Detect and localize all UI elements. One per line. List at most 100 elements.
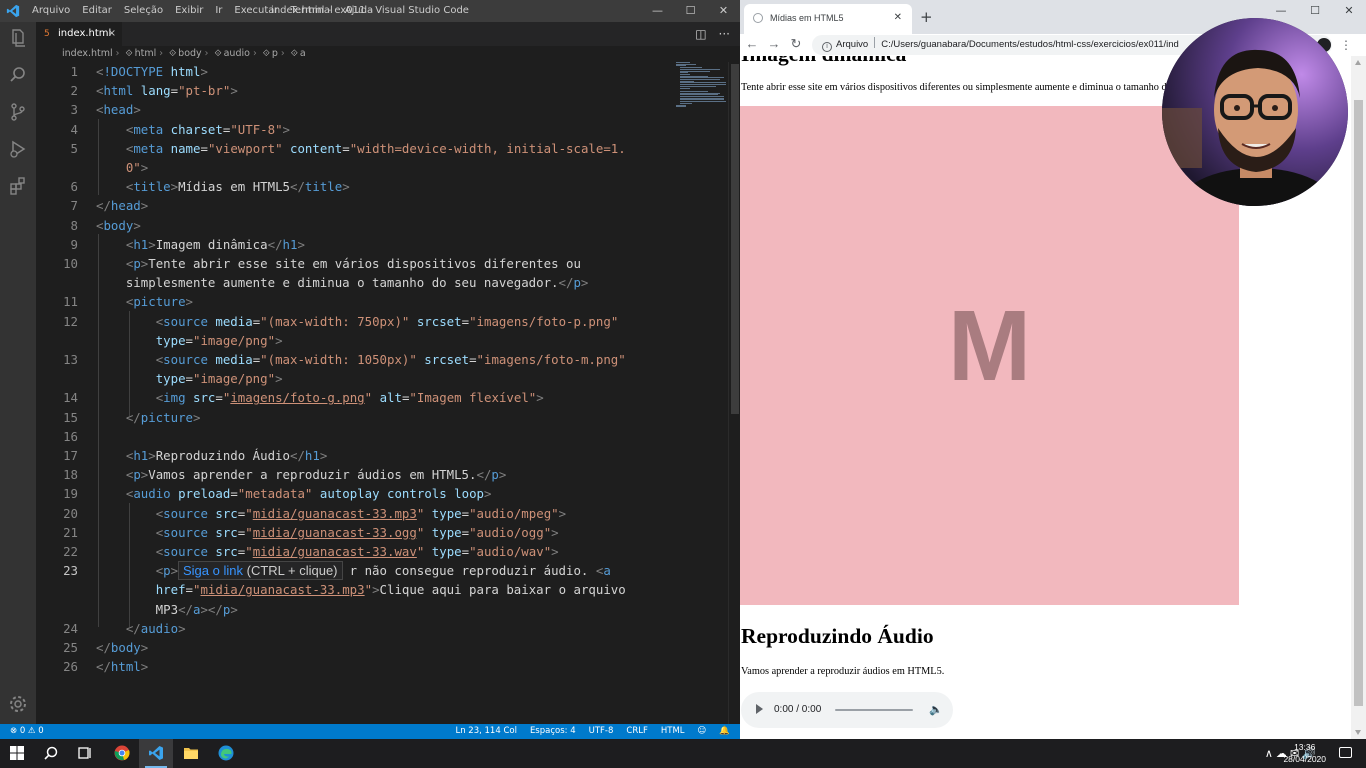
end-of-line[interactable]: CRLF bbox=[626, 724, 647, 739]
file-explorer-icon[interactable] bbox=[174, 739, 208, 768]
line-number: 24 bbox=[63, 620, 78, 636]
browser-menu-icon[interactable]: ⋮ bbox=[1340, 34, 1352, 56]
extensions-icon[interactable] bbox=[8, 176, 28, 196]
menu-executar[interactable]: Executar bbox=[228, 0, 284, 22]
line-number: 5 bbox=[70, 140, 78, 156]
tab-index-html[interactable]: 5 index.html × bbox=[36, 22, 122, 46]
code-line-12-wrap: type="image/png"> bbox=[155, 332, 283, 348]
page-heading-image: Imagem dinâmica bbox=[741, 56, 906, 67]
feedback-icon[interactable]: ☺ bbox=[698, 724, 707, 739]
more-actions-icon[interactable]: ··· bbox=[719, 22, 730, 46]
settings-gear-icon[interactable] bbox=[8, 694, 28, 714]
audio-seek-bar[interactable] bbox=[835, 709, 913, 711]
menu-selecao[interactable]: Seleção bbox=[118, 0, 169, 22]
scroll-up-arrow-icon[interactable] bbox=[1355, 60, 1361, 65]
action-center-icon[interactable] bbox=[1339, 747, 1352, 758]
page-scrollbar[interactable] bbox=[1351, 56, 1366, 739]
breadcrumb-item-file[interactable]: index.html bbox=[62, 48, 113, 59]
line-number: 22 bbox=[63, 544, 78, 559]
vscode-window: Arquivo Editar Seleção Exibir Ir Executa… bbox=[0, 0, 740, 739]
tab-close-icon[interactable]: × bbox=[108, 22, 116, 46]
forward-button[interactable]: → bbox=[764, 34, 784, 56]
minimap[interactable] bbox=[676, 62, 728, 112]
line-number: 21 bbox=[63, 524, 78, 540]
menu-ir[interactable]: Ir bbox=[209, 0, 228, 22]
split-editor-icon[interactable]: ◫ bbox=[695, 22, 706, 46]
breadcrumb-item-p[interactable]: p bbox=[272, 48, 278, 59]
code-line-22: <source src="midia/guanacast-33.wav" typ… bbox=[155, 544, 559, 559]
responsive-image: M bbox=[740, 106, 1239, 605]
explorer-icon[interactable] bbox=[8, 28, 28, 48]
task-view-icon[interactable] bbox=[68, 739, 102, 768]
scroll-down-arrow-icon[interactable] bbox=[1355, 730, 1361, 735]
code-line-11: <picture> bbox=[125, 294, 193, 310]
chrome-icon[interactable] bbox=[105, 739, 139, 768]
breadcrumb-item-audio[interactable]: audio bbox=[224, 48, 250, 59]
breadcrumb-item-a[interactable]: a bbox=[300, 48, 306, 59]
back-button[interactable]: ← bbox=[742, 34, 762, 56]
windows-start-icon[interactable] bbox=[0, 739, 34, 768]
menu-arquivo[interactable]: Arquivo bbox=[26, 0, 76, 22]
breadcrumb-item-body[interactable]: body bbox=[178, 48, 202, 59]
info-icon[interactable]: i bbox=[822, 42, 832, 52]
source-control-icon[interactable] bbox=[8, 102, 28, 122]
image-letter: M bbox=[947, 290, 1032, 402]
scrollbar-thumb[interactable] bbox=[731, 64, 739, 414]
windows-taskbar: ∧ ☁ ✉ 🔊 13:36 28/04/2020 bbox=[0, 739, 1366, 768]
new-tab-button[interactable]: + bbox=[920, 7, 933, 27]
code-line-13-wrap: type="image/png"> bbox=[155, 371, 283, 387]
editor-scrollbar[interactable] bbox=[728, 62, 740, 724]
code-line-3: <head> bbox=[96, 102, 141, 118]
element-icon: ⟐ bbox=[214, 49, 222, 59]
code-line-12: <source media="(max-width: 750px)" srcse… bbox=[155, 313, 619, 329]
browser-window-controls: — ☐ ✕ bbox=[1264, 0, 1366, 22]
link-hover-tooltip: Siga o link (CTRL + clique) bbox=[178, 561, 343, 580]
line-number: 3 bbox=[70, 102, 78, 118]
browser-maximize-button[interactable]: ☐ bbox=[1298, 0, 1332, 22]
page-scrollbar-thumb[interactable] bbox=[1354, 100, 1363, 706]
close-window-button[interactable]: ✕ bbox=[707, 0, 740, 22]
browser-close-button[interactable]: ✕ bbox=[1332, 0, 1366, 22]
minimize-button[interactable]: — bbox=[641, 0, 674, 22]
code-line-5: <meta name="viewport" content="width=dev… bbox=[125, 140, 626, 156]
run-debug-icon[interactable] bbox=[8, 139, 28, 159]
maximize-button[interactable]: ☐ bbox=[674, 0, 707, 22]
encoding[interactable]: UTF-8 bbox=[589, 724, 614, 739]
taskbar-clock[interactable]: 13:36 28/04/2020 bbox=[1283, 741, 1326, 765]
menu-terminal[interactable]: Terminal bbox=[284, 0, 338, 22]
problems-indicator[interactable]: ⊗ 0 ⚠ 0 bbox=[10, 724, 44, 739]
address-url[interactable]: C:/Users/guanabara/Documents/estudos/htm… bbox=[881, 39, 1179, 50]
search-icon[interactable] bbox=[34, 739, 68, 768]
notifications-bell-icon[interactable]: 🔔 bbox=[719, 724, 730, 739]
cursor-position[interactable]: Ln 23, 114 Col bbox=[455, 724, 516, 739]
vscode-icon[interactable] bbox=[139, 739, 173, 768]
reload-button[interactable]: ↻ bbox=[786, 34, 806, 56]
volume-icon[interactable]: 🔈 bbox=[929, 692, 943, 728]
follow-link[interactable]: Siga o link bbox=[183, 563, 243, 578]
play-icon[interactable] bbox=[756, 704, 763, 714]
menu-ajuda[interactable]: Ajuda bbox=[339, 0, 379, 22]
webcam-overlay bbox=[1162, 18, 1348, 206]
browser-tab[interactable]: Mídias em HTML5 ✕ bbox=[744, 4, 912, 34]
code-line-17: <h1>Reproduzindo Áudio</h1> bbox=[125, 448, 328, 463]
search-icon[interactable] bbox=[8, 65, 28, 85]
line-number: 19 bbox=[63, 486, 78, 502]
code-editor[interactable]: 1 2 3 4 5 6 7 8 9 10 11 12 13 14 15 16 17 18 19 20 21 22 23 24 2… bbox=[36, 62, 728, 724]
activity-bar bbox=[0, 22, 36, 724]
element-icon: ⟐ bbox=[169, 49, 177, 59]
line-number: 1 bbox=[70, 64, 78, 79]
minimap-line bbox=[680, 87, 690, 89]
browser-tab-close-icon[interactable]: ✕ bbox=[894, 4, 902, 32]
menu-exibir[interactable]: Exibir bbox=[169, 0, 209, 22]
language-mode[interactable]: HTML bbox=[661, 724, 685, 739]
indentation[interactable]: Espaços: 4 bbox=[530, 724, 576, 739]
line-number: 13 bbox=[63, 352, 78, 367]
code-line-25: </body> bbox=[96, 640, 149, 655]
edge-icon[interactable] bbox=[209, 739, 243, 768]
line-number: 14 bbox=[63, 390, 78, 406]
code-line-13: <source media="(max-width: 1050px)" srcs… bbox=[155, 352, 626, 367]
menu-editar[interactable]: Editar bbox=[76, 0, 118, 22]
audio-player[interactable]: 0:00 / 0:00 🔈 bbox=[741, 692, 953, 728]
breadcrumb-item-html[interactable]: html bbox=[135, 48, 157, 59]
code-line-9: <h1>Imagem dinâmica</h1> bbox=[125, 236, 305, 252]
